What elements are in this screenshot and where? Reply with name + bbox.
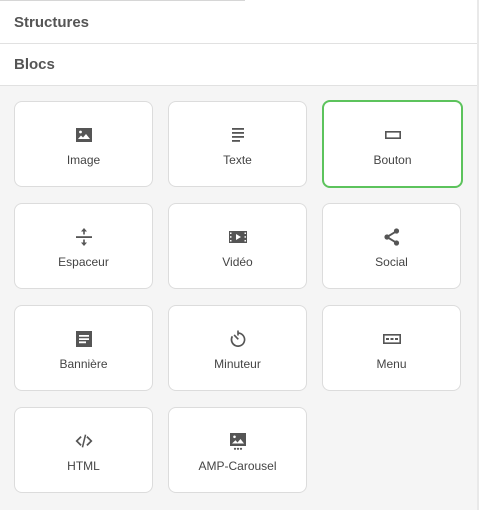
menu-icon xyxy=(382,329,402,349)
block-menu[interactable]: Menu xyxy=(322,305,461,391)
blocks-grid: Image Texte Bouton Espaceur Vidéo Social xyxy=(0,86,477,510)
block-social[interactable]: Social xyxy=(322,203,461,289)
image-icon xyxy=(74,125,94,145)
block-text[interactable]: Texte xyxy=(168,101,307,187)
carousel-icon xyxy=(228,431,248,451)
block-button[interactable]: Bouton xyxy=(322,100,463,188)
video-icon xyxy=(228,227,248,247)
top-divider xyxy=(0,0,245,1)
block-label: Bouton xyxy=(373,153,412,167)
block-image[interactable]: Image xyxy=(14,101,153,187)
section-structures-header[interactable]: Structures xyxy=(0,2,477,44)
block-label: AMP-Carousel xyxy=(198,459,277,473)
section-blocs-label: Blocs xyxy=(14,56,55,73)
button-icon xyxy=(383,125,403,145)
block-html[interactable]: HTML xyxy=(14,407,153,493)
block-label: Minuteur xyxy=(214,357,261,371)
block-label: Image xyxy=(66,153,101,167)
block-label: Texte xyxy=(223,153,252,167)
spacer-icon xyxy=(74,227,94,247)
timer-icon xyxy=(228,329,248,349)
block-spacer[interactable]: Espaceur xyxy=(14,203,153,289)
section-structures-label: Structures xyxy=(14,14,90,31)
block-timer[interactable]: Minuteur xyxy=(168,305,307,391)
block-label: Vidéo xyxy=(222,255,253,269)
block-label: HTML xyxy=(67,459,100,473)
block-banner[interactable]: Bannière xyxy=(14,305,153,391)
banner-icon xyxy=(74,329,94,349)
share-icon xyxy=(382,227,402,247)
block-label: Espaceur xyxy=(58,255,109,269)
block-label: Menu xyxy=(376,357,407,371)
block-amp-carousel[interactable]: AMP-Carousel xyxy=(168,407,307,493)
code-icon xyxy=(74,431,94,451)
block-label: Bannière xyxy=(59,357,108,371)
section-blocs-header[interactable]: Blocs xyxy=(0,44,477,86)
text-icon xyxy=(228,125,248,145)
block-label: Social xyxy=(375,255,408,269)
block-video[interactable]: Vidéo xyxy=(168,203,307,289)
